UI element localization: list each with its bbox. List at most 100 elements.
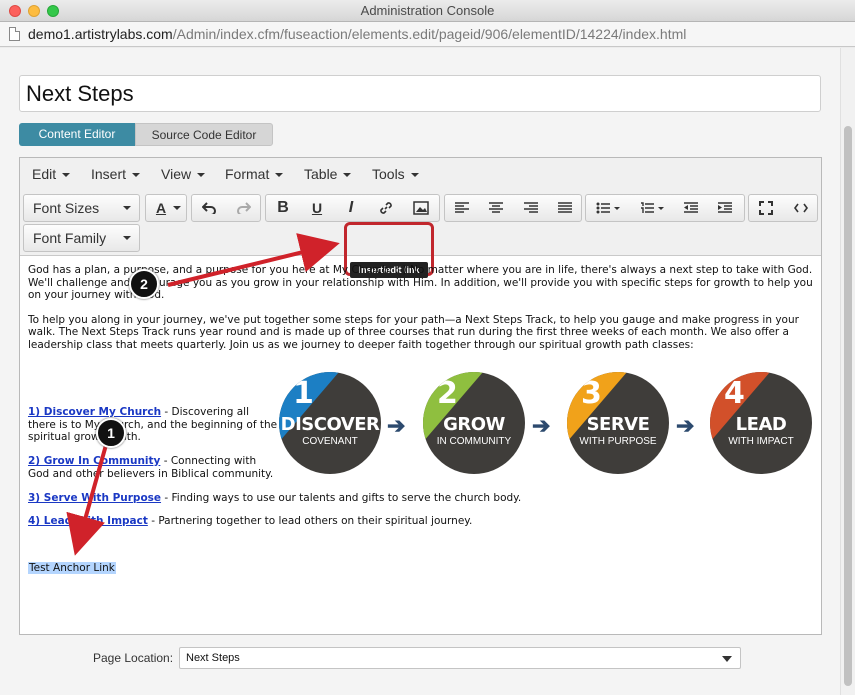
chevron-down-icon [173, 206, 181, 210]
vertical-scrollbar[interactable] [840, 48, 855, 695]
window-titlebar: Administration Console [0, 0, 855, 22]
discover-link[interactable]: 1) Discover My Church [28, 406, 161, 418]
lead-link[interactable]: 4) Lead With Impact [28, 515, 148, 527]
align-right-icon [524, 202, 538, 213]
scrollbar-thumb[interactable] [844, 126, 852, 686]
font-sizes-label: Font Sizes [33, 200, 100, 216]
align-right-button[interactable] [514, 195, 548, 221]
step-grow-graphic: 2 GROW IN COMMUNITY [423, 372, 525, 474]
grow-desc: - Connecting with [160, 455, 257, 467]
align-center-icon [489, 202, 503, 213]
grow-desc-2: God and other believers in Biblical comm… [28, 467, 274, 480]
arrow-right-icon: ➔ [532, 413, 551, 438]
page-location-label: Page Location: [93, 651, 174, 665]
numbered-list-button[interactable] [630, 195, 674, 221]
menu-view[interactable]: View [161, 166, 205, 182]
align-group [444, 194, 582, 222]
step-subtitle: IN COMMUNITY [436, 436, 512, 447]
step-discover-graphic: 1 DISCOVER COVENANT [279, 372, 381, 474]
align-center-button[interactable] [479, 195, 513, 221]
bullet-list-icon [596, 202, 620, 214]
format-group: B U I [265, 194, 440, 222]
link-icon [380, 202, 392, 214]
fullscreen-button[interactable] [749, 195, 783, 221]
insert-image-button[interactable] [404, 195, 438, 221]
text-color-button[interactable]: A [146, 195, 176, 221]
editor-toolbar: Font Sizes A B U I Font Family Insert/ed… [20, 190, 821, 278]
close-window-button[interactable] [9, 5, 21, 17]
fullscreen-icon [759, 201, 773, 215]
address-bar[interactable]: demo1.artistrylabs.com/Admin/index.cfm/f… [0, 22, 855, 47]
callout-badge-2: 2 [129, 269, 159, 299]
editor-menubar: Edit Insert View Format Table Tools [20, 158, 821, 190]
tab-source-code-editor[interactable]: Source Code Editor [135, 123, 273, 146]
menu-edit[interactable]: Edit [32, 166, 70, 182]
outdent-button[interactable] [674, 195, 708, 221]
rich-text-editor: Edit Insert View Format Table Tools Font… [19, 157, 822, 635]
menu-tools[interactable]: Tools [372, 166, 419, 182]
align-left-button[interactable] [445, 195, 479, 221]
menu-insert[interactable]: Insert [91, 166, 140, 182]
window-title: Administration Console [360, 3, 495, 18]
grow-link[interactable]: 2) Grow In Community [28, 455, 160, 467]
serve-link[interactable]: 3) Serve With Purpose [28, 492, 161, 504]
outdent-icon [684, 202, 698, 213]
align-left-icon [455, 202, 469, 213]
image-icon [413, 201, 429, 215]
menu-table[interactable]: Table [304, 166, 351, 182]
zoom-window-button[interactable] [47, 5, 59, 17]
step-serve-graphic: 3 SERVE WITH PURPOSE [567, 372, 669, 474]
list-item: 4) Lead With Impact - Partnering togethe… [28, 515, 472, 528]
view-group [748, 194, 818, 222]
test-anchor-link[interactable]: Test Anchor Link [28, 562, 116, 574]
discover-desc: - Discovering all [161, 406, 250, 418]
step-title: GROW [443, 414, 505, 435]
menu-format[interactable]: Format [225, 166, 283, 182]
step-subtitle: WITH PURPOSE [579, 436, 657, 447]
font-family-dropdown[interactable]: Font Family [23, 224, 140, 252]
serve-desc: - Finding ways to use our talents and gi… [161, 492, 522, 504]
align-justify-icon [558, 202, 572, 213]
source-code-button[interactable] [784, 195, 818, 221]
undo-icon [202, 202, 216, 214]
insert-link-button[interactable] [369, 195, 403, 221]
step-subtitle: WITH IMPACT [728, 436, 794, 447]
list-item: 3) Serve With Purpose - Finding ways to … [28, 492, 521, 505]
lead-desc: - Partnering together to lead others on … [147, 515, 473, 527]
list-item: 2) Grow In Community - Connecting with G… [28, 455, 280, 480]
redo-button[interactable] [227, 195, 261, 221]
step-title: LEAD [735, 414, 787, 435]
list-group [585, 194, 745, 222]
indent-button[interactable] [708, 195, 742, 221]
undo-button[interactable] [192, 195, 226, 221]
italic-button[interactable]: I [334, 195, 368, 221]
arrow-right-icon: ➔ [676, 413, 695, 438]
history-group [191, 194, 261, 222]
track-paragraph: To help you along in your journey, we've… [28, 313, 799, 351]
align-justify-button[interactable] [548, 195, 582, 221]
font-family-label: Font Family [33, 230, 107, 246]
step-subtitle: COVENANT [302, 436, 358, 447]
url-path: /Admin/index.cfm/fuseaction/elements.edi… [172, 26, 687, 42]
discover-desc-2: there is to My Church, and the beginning… [28, 418, 278, 431]
step-number: 4 [724, 376, 745, 411]
title-input[interactable]: Next Steps [19, 75, 821, 112]
indent-icon [718, 202, 732, 213]
url-host: demo1.artistrylabs.com [28, 26, 173, 42]
font-sizes-dropdown[interactable]: Font Sizes [23, 194, 140, 222]
minimize-window-button[interactable] [28, 5, 40, 17]
step-title: DISCOVER [280, 414, 380, 435]
bullet-list-button[interactable] [586, 195, 630, 221]
step-number: 2 [437, 376, 458, 411]
bold-button[interactable]: B [266, 195, 300, 221]
step-lead-graphic: 4 LEAD WITH IMPACT [710, 372, 812, 474]
arrow-right-icon: ➔ [387, 413, 406, 438]
underline-button[interactable]: U [300, 195, 334, 221]
page-location-select[interactable]: Next Steps [179, 647, 741, 669]
tab-content-editor[interactable]: Content Editor [19, 123, 135, 146]
text-color-group[interactable]: A [145, 194, 187, 222]
list-item: 1) Discover My Church - Discovering all … [28, 406, 280, 444]
chevron-down-icon [722, 656, 732, 662]
callout-badge-1: 1 [96, 418, 126, 448]
step-number: 3 [581, 376, 602, 411]
